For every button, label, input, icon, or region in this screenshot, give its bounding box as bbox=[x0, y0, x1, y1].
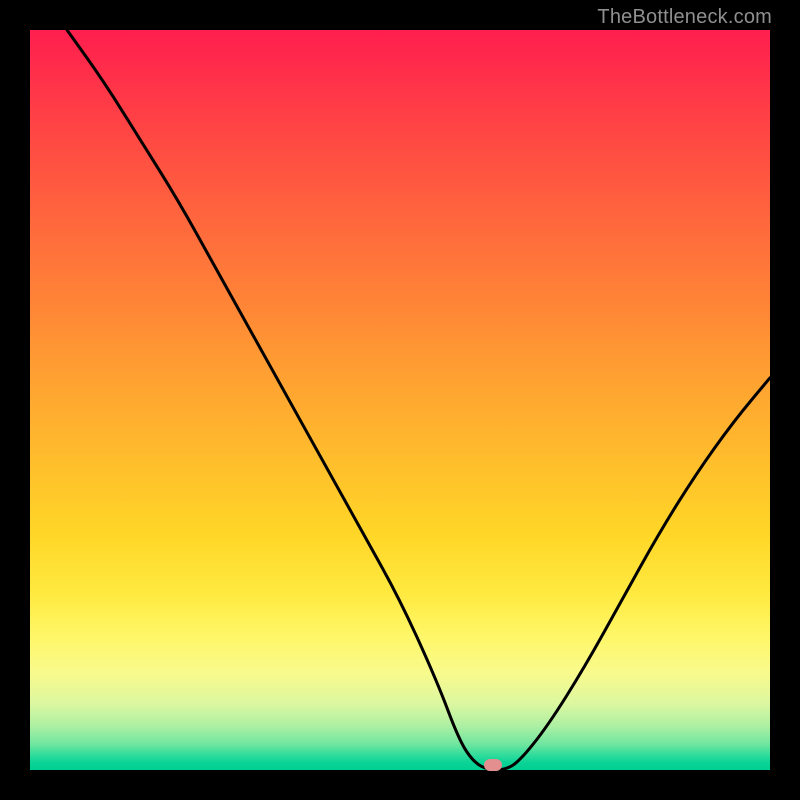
watermark-text: TheBottleneck.com bbox=[597, 6, 772, 29]
plot-area bbox=[30, 30, 770, 770]
chart-frame: TheBottleneck.com bbox=[0, 0, 800, 800]
bottleneck-curve bbox=[30, 30, 770, 770]
optimal-point-marker bbox=[484, 759, 502, 771]
